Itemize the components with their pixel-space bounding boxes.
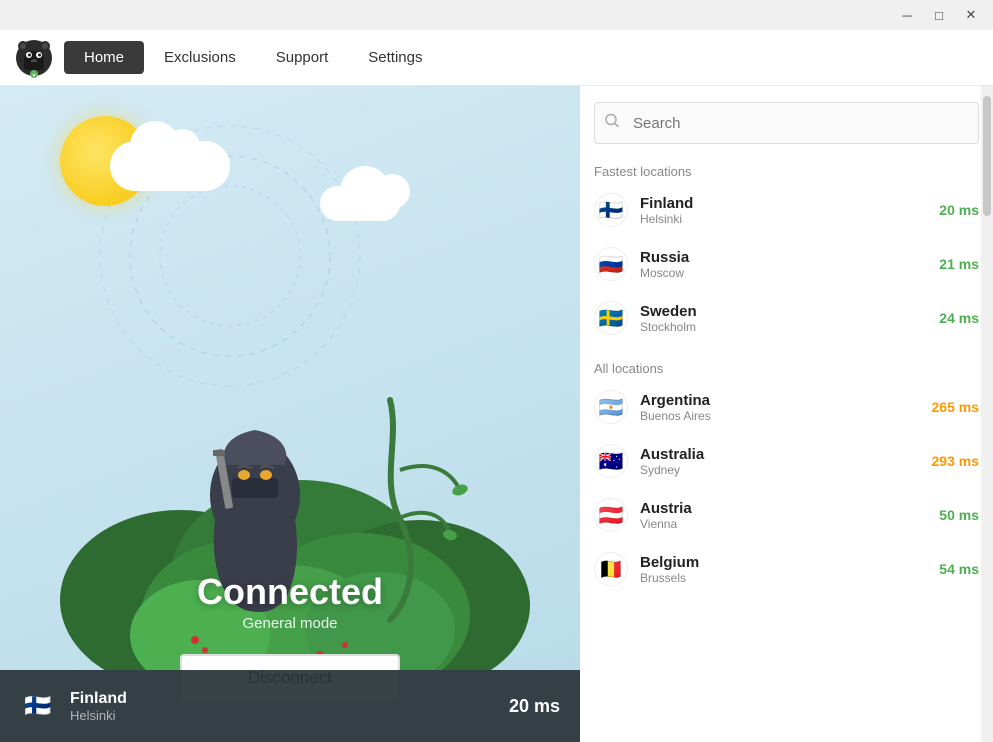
bottom-city-name: Helsinki xyxy=(70,708,495,723)
sweden-flag: 🇸🇪 xyxy=(594,301,628,335)
belgium-country: Belgium xyxy=(640,554,927,571)
list-item[interactable]: 🇧🇪 Belgium Brussels 54 ms xyxy=(580,542,993,596)
argentina-ms: 265 ms xyxy=(932,399,979,415)
search-input[interactable] xyxy=(594,102,979,144)
list-item[interactable]: 🇦🇺 Australia Sydney 293 ms xyxy=(580,434,993,488)
argentina-city: Buenos Aires xyxy=(640,409,920,423)
sweden-city: Stockholm xyxy=(640,320,927,334)
austria-flag: 🇦🇹 xyxy=(594,498,628,532)
right-panel: Fastest locations 🇫🇮 Finland Helsinki 20… xyxy=(580,86,993,742)
russia-flag: 🇷🇺 xyxy=(594,247,628,281)
mode-text: General mode xyxy=(197,615,383,632)
fastest-locations-label: Fastest locations xyxy=(580,156,993,183)
nav-exclusions[interactable]: Exclusions xyxy=(144,41,256,74)
russia-country: Russia xyxy=(640,249,927,266)
australia-ms: 293 ms xyxy=(932,453,979,469)
austria-city: Vienna xyxy=(640,517,927,531)
title-bar: ─ □ ✕ xyxy=(0,0,993,30)
nav-home[interactable]: Home xyxy=(64,41,144,74)
app-logo: ▼ xyxy=(12,36,56,80)
sweden-country: Sweden xyxy=(640,303,927,320)
russia-city: Moscow xyxy=(640,266,927,280)
finland-flag: 🇫🇮 xyxy=(594,193,628,227)
australia-info: Australia Sydney xyxy=(640,446,920,477)
australia-city: Sydney xyxy=(640,463,920,477)
finland-info: Finland Helsinki xyxy=(640,195,927,226)
search-box xyxy=(594,102,979,144)
austria-info: Austria Vienna xyxy=(640,500,927,531)
bottom-location-info: Finland Helsinki xyxy=(70,690,495,723)
nav-support[interactable]: Support xyxy=(256,41,349,74)
bottom-latency: 20 ms xyxy=(509,696,560,717)
sweden-info: Sweden Stockholm xyxy=(640,303,927,334)
all-locations-label: All locations xyxy=(580,353,993,380)
cloud2-illustration xyxy=(320,186,400,221)
argentina-flag: 🇦🇷 xyxy=(594,390,628,424)
scrollbar-track[interactable] xyxy=(981,86,993,742)
list-item[interactable]: 🇦🇹 Austria Vienna 50 ms xyxy=(580,488,993,542)
finland-country: Finland xyxy=(640,195,927,212)
sweden-ms: 24 ms xyxy=(939,310,979,326)
belgium-ms: 54 ms xyxy=(939,561,979,577)
list-item[interactable]: 🇦🇷 Argentina Buenos Aires 265 ms xyxy=(580,380,993,434)
close-button[interactable]: ✕ xyxy=(957,4,985,26)
scrollbar-thumb[interactable] xyxy=(983,96,991,216)
russia-ms: 21 ms xyxy=(939,256,979,272)
list-item[interactable]: 🇫🇮 Finland Helsinki 20 ms xyxy=(580,183,993,237)
argentina-country: Argentina xyxy=(640,392,920,409)
list-item[interactable]: 🇷🇺 Russia Moscow 21 ms xyxy=(580,237,993,291)
bottom-country-name: Finland xyxy=(70,690,495,708)
finland-ms: 20 ms xyxy=(939,202,979,218)
austria-country: Austria xyxy=(640,500,927,517)
left-panel: Connected General mode Disconnect 🇫🇮 Fin… xyxy=(0,86,580,742)
minimize-button[interactable]: ─ xyxy=(893,4,921,26)
finland-city: Helsinki xyxy=(640,212,927,226)
australia-flag: 🇦🇺 xyxy=(594,444,628,478)
australia-country: Australia xyxy=(640,446,920,463)
argentina-info: Argentina Buenos Aires xyxy=(640,392,920,423)
austria-ms: 50 ms xyxy=(939,507,979,523)
maximize-button[interactable]: □ xyxy=(925,4,953,26)
connected-status: Connected xyxy=(197,571,383,613)
belgium-city: Brussels xyxy=(640,571,927,585)
belgium-flag: 🇧🇪 xyxy=(594,552,628,586)
search-icon xyxy=(604,113,620,134)
belgium-info: Belgium Brussels xyxy=(640,554,927,585)
bottom-status-bar: 🇫🇮 Finland Helsinki 20 ms xyxy=(0,670,580,742)
nav-bar: ▼ Home Exclusions Support Settings xyxy=(0,30,993,86)
nav-settings[interactable]: Settings xyxy=(348,41,442,74)
list-item[interactable]: 🇸🇪 Sweden Stockholm 24 ms xyxy=(580,291,993,345)
connected-area: Connected General mode xyxy=(197,571,383,632)
svg-text:▼: ▼ xyxy=(32,73,37,78)
bottom-flag-icon: 🇫🇮 xyxy=(20,688,56,724)
russia-info: Russia Moscow xyxy=(640,249,927,280)
cloud1-illustration xyxy=(110,141,230,191)
